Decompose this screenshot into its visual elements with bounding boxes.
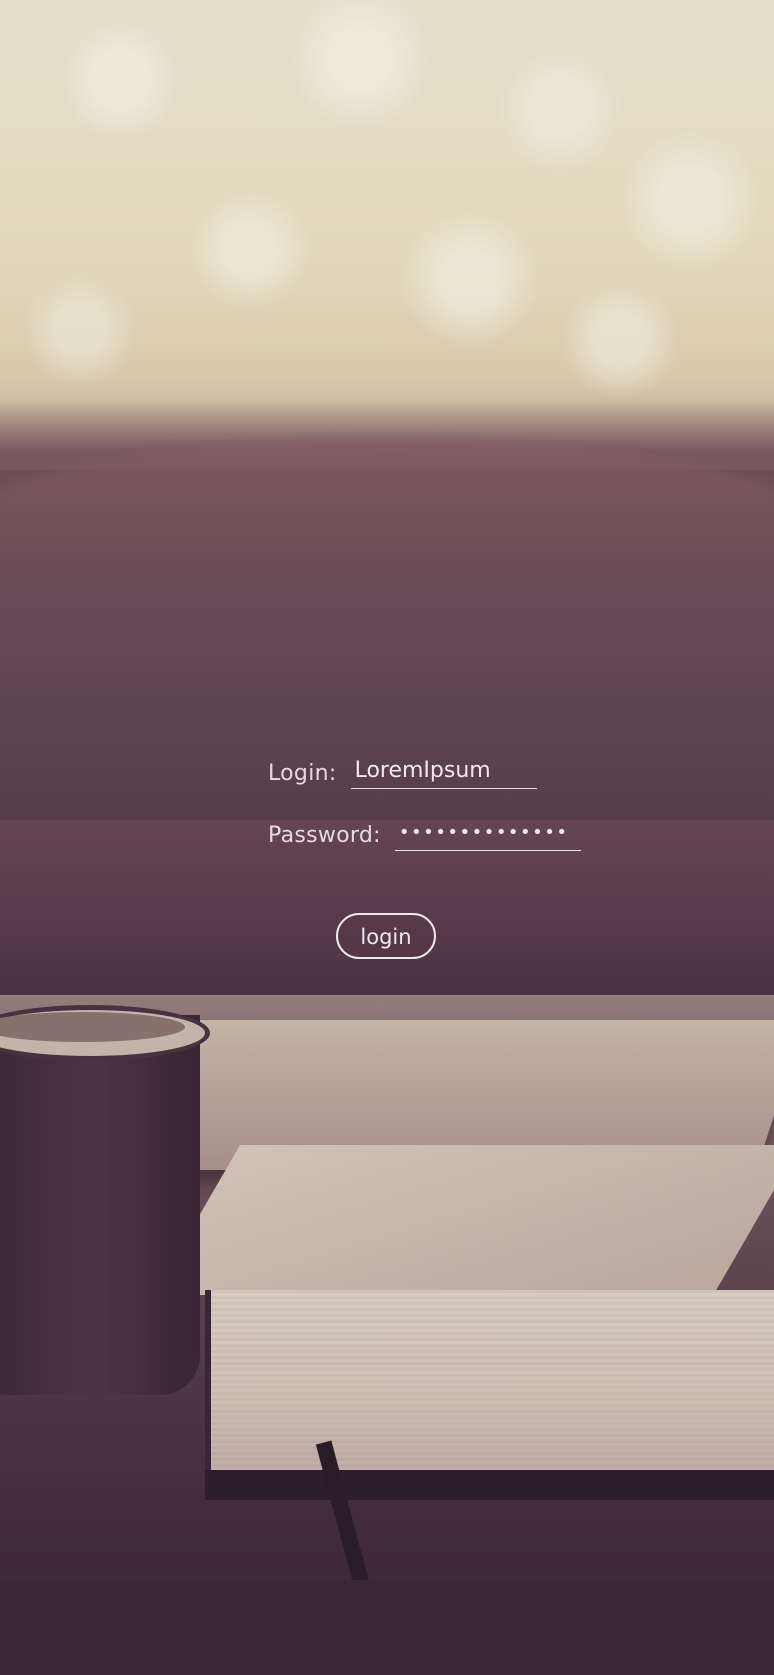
login-label: Login: [268,761,337,786]
login-button[interactable]: login [336,913,436,959]
password-row: Password: •••••••••••••• [268,818,581,851]
password-label: Password: [268,823,381,848]
login-row: Login: LoremIpsum [268,756,537,789]
login-form: Login: LoremIpsum Password: ••••••••••••… [0,0,774,1675]
password-input[interactable]: •••••••••••••• [394,818,581,851]
login-input[interactable]: LoremIpsum [350,756,537,789]
